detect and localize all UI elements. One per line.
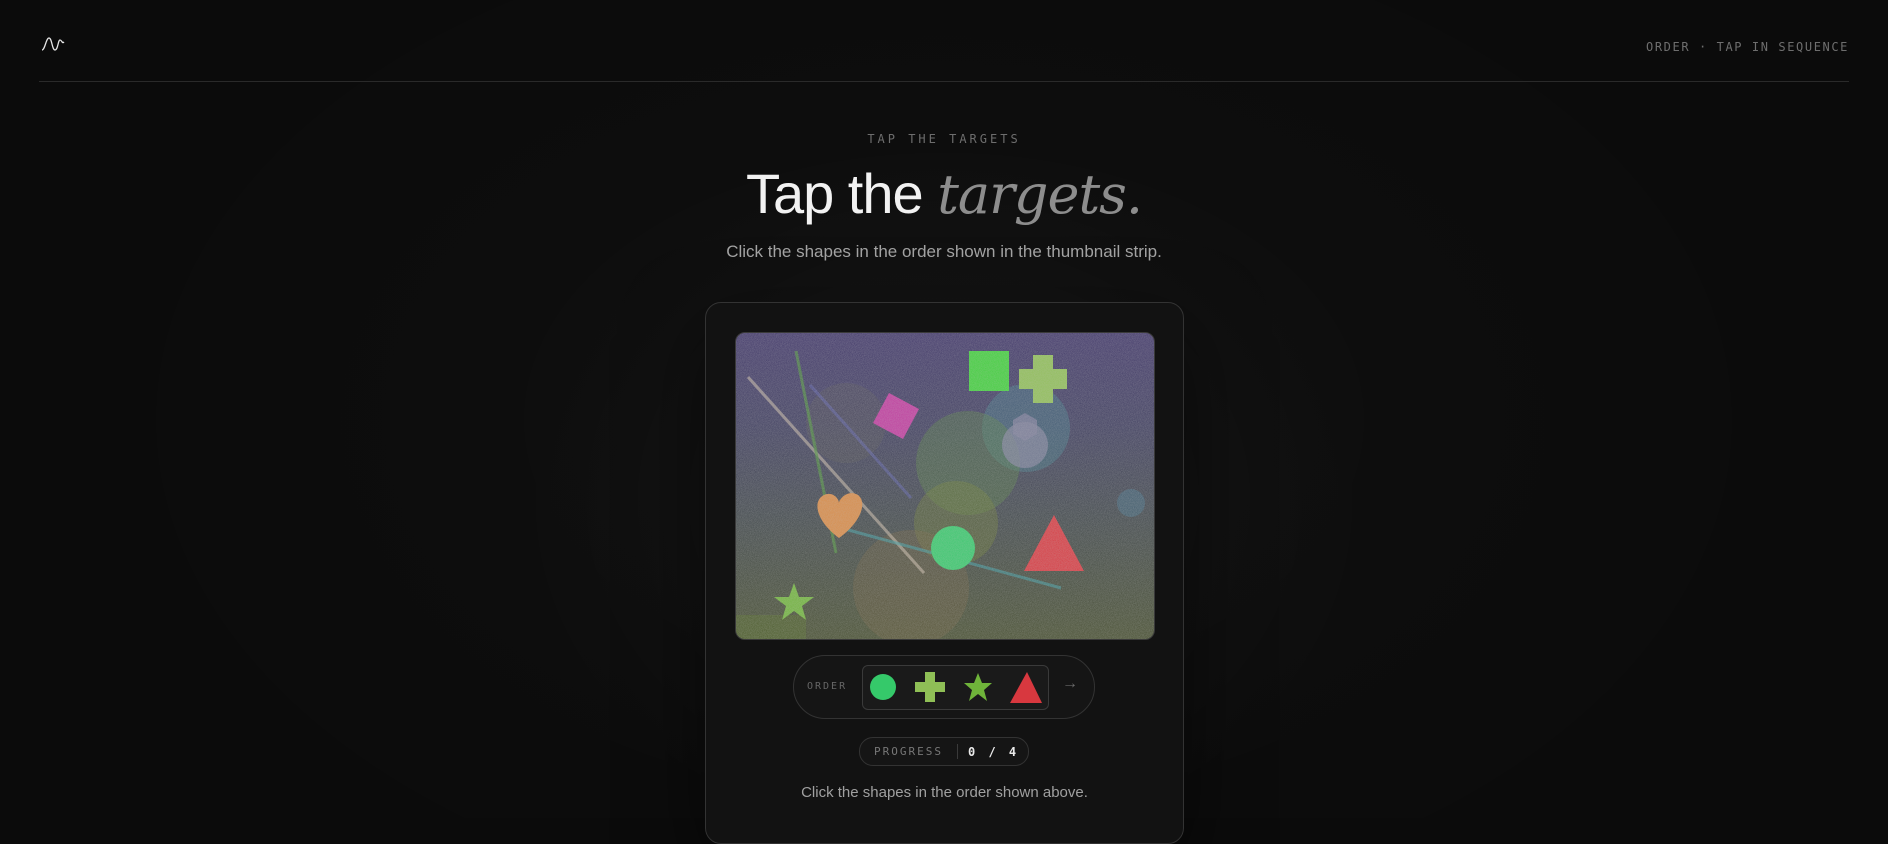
order-label: ORDER	[807, 681, 848, 692]
target-canvas[interactable]	[735, 332, 1155, 640]
next-arrow-icon[interactable]: →	[1062, 675, 1078, 693]
progress-value: 0 / 4	[968, 745, 1020, 759]
top-bar: ORDER · TAP IN SEQUENCE	[39, 0, 1849, 82]
thumb-circle-icon[interactable]	[866, 670, 900, 704]
order-thumbnails	[862, 665, 1049, 710]
thumb-cross-icon[interactable]	[913, 670, 947, 704]
progress-label: PROGRESS	[874, 745, 943, 758]
order-strip: ORDER →	[793, 655, 1095, 719]
thumb-triangle-icon[interactable]	[1008, 670, 1042, 704]
canvas-grain	[736, 333, 1154, 639]
instruction-text: Click the shapes in the order shown abov…	[801, 784, 1088, 801]
thumb-star-icon[interactable]	[961, 670, 995, 704]
section-eyebrow: TAP THE TARGETS	[867, 132, 1021, 146]
title-plain: Tap the	[745, 162, 938, 225]
progress-pill: PROGRESS 0 / 4	[859, 737, 1029, 766]
waveform-logo-icon[interactable]	[41, 34, 65, 54]
header-mode-tag: ORDER · TAP IN SEQUENCE	[1646, 40, 1849, 54]
page-subtitle: Click the shapes in the order shown in t…	[726, 242, 1162, 261]
title-accent: targets.	[937, 163, 1143, 226]
page-title: Tap the targets.	[0, 160, 1888, 229]
challenge-panel: ORDER → PROGRESS 0 / 4 Click the shapes …	[705, 302, 1184, 844]
canvas-scene	[736, 333, 1154, 639]
progress-divider	[957, 744, 958, 759]
